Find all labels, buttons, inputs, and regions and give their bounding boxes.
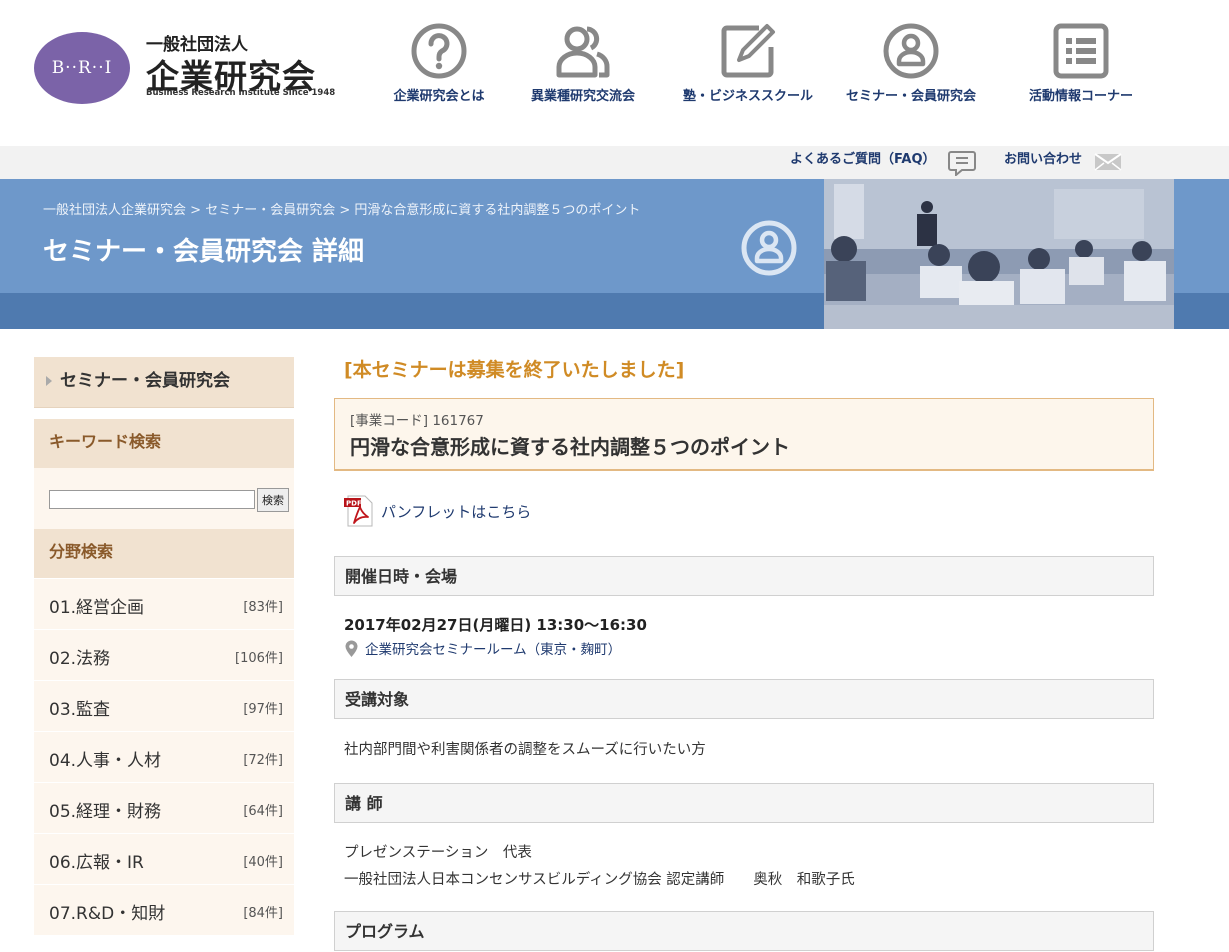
chevron-right-icon — [46, 376, 52, 386]
contact-link[interactable]: お問い合わせ — [1004, 146, 1082, 179]
lecturer-line-2: 一般社団法人日本コンセンサスビルディング協会 認定講師 奥秋 和歌子氏 — [344, 872, 855, 888]
nav-label: 塾・ビジネススクール — [682, 89, 813, 104]
lecturer-line-1: プレゼンステーション 代表 — [344, 845, 532, 861]
nav-school[interactable]: 塾・ビジネススクール — [673, 22, 823, 104]
pdf-icon[interactable]: PDF — [344, 495, 374, 527]
nav-label: 企業研究会とは — [393, 89, 485, 104]
business-code: [事業コード] 161767 — [350, 413, 484, 429]
category-item[interactable]: 05.経理・財務 [64件] — [34, 782, 294, 833]
speech-bubble-icon — [948, 151, 976, 176]
venue-link[interactable]: 企業研究会セミナールーム（東京・麹町） — [344, 638, 621, 658]
category-count: [40件] — [243, 855, 283, 870]
question-circle-icon — [411, 23, 467, 79]
list-icon — [1053, 23, 1109, 79]
nav-label: 異業種研究交流会 — [530, 89, 635, 104]
main-content: [本セミナーは募集を終了いたしました] [事業コード] 161767 円滑な合意… — [334, 345, 1154, 951]
banner-filler — [1174, 179, 1229, 293]
category-item[interactable]: 01.経営企画 [83件] — [34, 578, 294, 629]
section-heading-datetime: 開催日時・会場 — [334, 556, 1154, 596]
site-logo[interactable]: B··R··I 一般社団法人 企業研究会 Business Research I… — [34, 28, 336, 108]
category-count: [83件] — [243, 600, 283, 615]
category-label: 04.人事・人材 — [49, 751, 162, 771]
breadcrumb-current: 円滑な合意形成に資する社内調整５つのポイント — [354, 203, 641, 218]
category-label: 07.R&D・知財 — [49, 904, 166, 924]
sidebar-title[interactable]: セミナー・会員研究会 — [34, 357, 294, 408]
keyword-search-input[interactable] — [49, 490, 255, 509]
nav-exchange[interactable]: 異業種研究交流会 — [508, 22, 658, 104]
utility-bar: よくあるご質問（FAQ） お問い合わせ — [0, 146, 1229, 179]
category-list: 01.経営企画 [83件] 02.法務 [106件] 03.監査 [97件] 0… — [34, 578, 294, 935]
keyword-search-box: 検索 — [34, 468, 294, 529]
page-banner: 一般社団法人企業研究会 > セミナー・会員研究会 > 円滑な合意形成に資する社内… — [0, 179, 1229, 329]
category-item[interactable]: 04.人事・人材 [72件] — [34, 731, 294, 782]
mail-icon — [1094, 153, 1122, 171]
category-label: 02.法務 — [49, 649, 111, 669]
keyword-search-heading: キーワード検索 — [34, 419, 294, 468]
closed-notice: [本セミナーは募集を終了いたしました] — [344, 359, 685, 381]
section-heading-lecturer: 講 師 — [334, 783, 1154, 823]
logo-subtitle: Business Research Institute Since 1948 — [146, 88, 336, 98]
category-count: [64件] — [243, 804, 283, 819]
breadcrumb-seminar[interactable]: セミナー・会員研究会 — [205, 203, 335, 218]
section-heading-target: 受講対象 — [334, 679, 1154, 719]
category-label: 05.経理・財務 — [49, 802, 162, 822]
map-pin-icon — [345, 640, 358, 657]
keyword-search-button[interactable]: 検索 — [257, 488, 289, 512]
category-label: 03.監査 — [49, 700, 111, 720]
seminar-title-box: [事業コード] 161767 円滑な合意形成に資する社内調整５つのポイント — [334, 398, 1154, 471]
lecturer-body: プレゼンステーション 代表 一般社団法人日本コンセンサスビルディング協会 認定講… — [344, 841, 855, 889]
category-label: 01.経営企画 — [49, 598, 145, 618]
pencil-note-icon — [721, 24, 775, 78]
category-search-heading: 分野検索 — [34, 529, 294, 578]
faq-link[interactable]: よくあるご質問（FAQ） — [790, 146, 936, 179]
nav-seminar[interactable]: セミナー・会員研究会 — [836, 22, 986, 104]
venue-label: 企業研究会セミナールーム（東京・麹町） — [365, 642, 622, 658]
nav-label: セミナー・会員研究会 — [845, 89, 976, 104]
category-count: [84件] — [243, 906, 283, 921]
category-label: 06.広報・IR — [49, 853, 144, 873]
breadcrumb-separator: > — [339, 203, 351, 218]
person-circle-icon — [883, 23, 939, 79]
person-circle-icon — [741, 220, 797, 276]
datetime-body: 2017年02月27日(月曜日) 13:30～16:30 企業研究会セミナールー… — [344, 614, 647, 659]
category-count: [97件] — [243, 702, 283, 717]
breadcrumb-separator: > — [190, 203, 202, 218]
site-header: B··R··I 一般社団法人 企業研究会 Business Research I… — [0, 0, 1229, 146]
people-group-icon — [556, 26, 610, 78]
category-item[interactable]: 07.R&D・知財 [84件] — [34, 884, 294, 935]
logo-mark: B··R··I — [34, 32, 130, 104]
breadcrumb-home[interactable]: 一般社団法人企業研究会 — [43, 203, 186, 218]
nav-activity[interactable]: 活動情報コーナー — [1006, 22, 1156, 104]
category-count: [72件] — [243, 753, 283, 768]
category-item[interactable]: 03.監査 [97件] — [34, 680, 294, 731]
sidebar-title-label: セミナー・会員研究会 — [60, 371, 230, 391]
nav-about[interactable]: 企業研究会とは — [364, 22, 514, 104]
breadcrumb: 一般社団法人企業研究会 > セミナー・会員研究会 > 円滑な合意形成に資する社内… — [43, 199, 640, 218]
global-nav: 企業研究会とは 異業種研究交流会 塾・ビジネススクール セミナー・会員研究会 活… — [370, 22, 1170, 112]
sidebar-gap — [34, 408, 294, 419]
target-text: 社内部門間や利害関係者の調整をスムーズに行いたい方 — [344, 742, 706, 758]
category-count: [106件] — [235, 651, 283, 666]
nav-label: 活動情報コーナー — [1028, 89, 1133, 104]
category-item[interactable]: 02.法務 [106件] — [34, 629, 294, 680]
page-title: セミナー・会員研究会 詳細 — [43, 237, 365, 267]
category-item[interactable]: 06.広報・IR [40件] — [34, 833, 294, 884]
section-heading-program: プログラム — [334, 911, 1154, 951]
seminar-title: 円滑な合意形成に資する社内調整５つのポイント — [350, 435, 790, 459]
seminar-date: 2017年02月27日(月曜日) 13:30～16:30 — [344, 616, 647, 634]
sidebar: セミナー・会員研究会 キーワード検索 検索 分野検索 01.経営企画 [83件]… — [34, 357, 294, 945]
pamphlet-link[interactable]: パンフレットはこちら — [381, 501, 531, 522]
seminar-photo — [824, 179, 1174, 329]
